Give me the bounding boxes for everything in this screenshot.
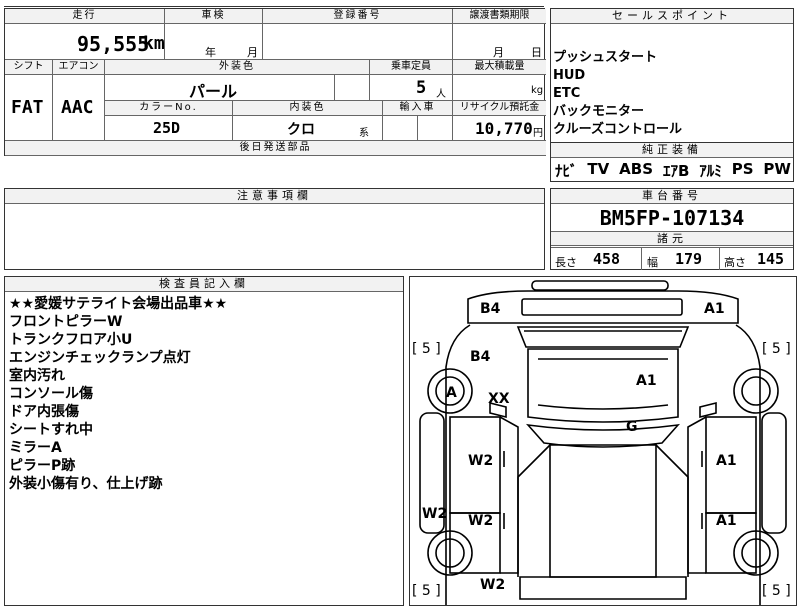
damage-mark: W2 — [480, 577, 506, 593]
recycle-value: 10,770 — [475, 119, 533, 138]
tire-tread-mark: [ 5 ] — [762, 583, 791, 599]
spec-height: 145 — [757, 250, 785, 268]
equipment-item: ABS — [619, 160, 654, 178]
inspection-label: 車検 — [165, 9, 263, 24]
note-line: トランクフロア小U — [9, 332, 133, 348]
transfer-cell: 月 日 — [453, 24, 546, 60]
note-line: コンソール傷 — [9, 386, 93, 402]
note-line: ピラーP跡 — [9, 458, 76, 474]
aircon-value: AAC — [61, 97, 94, 118]
tire-tread-mark: [ 5 ] — [762, 341, 791, 357]
mileage-value: 95,555 — [77, 32, 150, 56]
sales-item: クルーズコントロール — [553, 122, 682, 137]
top-partial-row — [4, 0, 544, 7]
equipment-item: ｴｱB — [662, 162, 690, 180]
equipment-label: 純正装備 — [551, 143, 793, 158]
chassis-value: BM5FP-107134 — [599, 206, 745, 230]
caution-label: 注意事項欄 — [5, 189, 544, 204]
sales-point-box: セールスポイント プッシュスタート HUD ETC バックモニター クルーズコン… — [550, 8, 794, 143]
maxload-cell: kg — [453, 75, 546, 101]
sales-point-list: プッシュスタート HUD ETC バックモニター クルーズコントロール — [553, 49, 682, 139]
inspector-box: 検査員記入欄 ★★愛媛サテライト会場出品車★★ フロントピラーW トランクフロア… — [4, 276, 404, 606]
interior-cell: クロ 系 — [233, 116, 383, 141]
interior-value: クロ — [287, 122, 315, 138]
import-label: 輸入車 — [383, 101, 453, 116]
registration-cell — [263, 24, 453, 60]
transfer-label: 譲渡書類期限 — [453, 9, 546, 24]
capacity-cell: 5 人 — [370, 75, 453, 101]
exterior-label: 外装色 — [105, 60, 370, 75]
damage-mark: G — [626, 419, 638, 435]
spec-width: 179 — [675, 250, 703, 268]
specs-row: 長さ 458 幅 179 高さ 145 — [551, 247, 793, 270]
mileage-unit: km — [143, 33, 165, 54]
shift-cell: FAT — [5, 75, 53, 141]
interior-label: 内装色 — [233, 101, 383, 116]
mileage-cell: 95,555 km — [5, 24, 165, 60]
damage-mark: B4 — [470, 349, 491, 365]
recycle-cell: 10,770 円 — [453, 116, 546, 141]
damage-mark: W2 — [468, 453, 494, 469]
equipment-item: ｱﾙﾐ — [699, 162, 722, 180]
aircon-cell: AAC — [53, 75, 105, 141]
exterior-value: パール — [189, 82, 238, 101]
spec-length: 458 — [593, 250, 621, 268]
recycle-label: リサイクル預託金 — [453, 101, 546, 116]
capacity-value: 5 — [416, 78, 427, 98]
damage-mark: A1 — [704, 301, 725, 317]
sales-item: バックモニター — [553, 104, 645, 119]
exterior-cell: パール — [105, 75, 335, 101]
equipment-item: PW — [763, 160, 791, 178]
note-line: シートすれ中 — [9, 422, 93, 438]
damage-mark: A1 — [636, 373, 657, 389]
colorno-cell: 25D — [105, 116, 233, 141]
damage-mark: A1 — [716, 513, 737, 529]
chassis-label: 車台番号 — [551, 189, 793, 204]
equipment-item: PS — [731, 160, 754, 178]
damage-mark: B4 — [480, 301, 501, 317]
sales-item: HUD — [553, 68, 586, 83]
equipment-item: ﾅﾋﾞ — [555, 162, 578, 180]
note-line: ミラーA — [9, 440, 62, 456]
note-line: 外装小傷有り、仕上げ跡 — [9, 476, 163, 492]
damage-mark: XX — [488, 391, 510, 407]
specs-label: 諸元 — [551, 231, 793, 246]
sales-item: プッシュスタート — [553, 50, 658, 65]
shift-label: シフト — [5, 60, 53, 75]
note-line: ★★愛媛サテライト会場出品車★★ — [9, 296, 228, 312]
note-line: ドア内張傷 — [9, 404, 79, 420]
sales-item: ETC — [553, 86, 581, 101]
maxload-label: 最大積載量 — [453, 60, 546, 75]
car-diagram-box: B4 A1 B4 A1 A XX G W2 A1 W2 W2 A1 W2 [ 5… — [409, 276, 797, 606]
tire-tread-mark: [ 5 ] — [412, 341, 441, 357]
inspector-label: 検査員記入欄 — [5, 277, 403, 292]
tire-tread-mark: [ 5 ] — [412, 583, 441, 599]
damage-mark: A1 — [716, 453, 737, 469]
sales-point-label: セールスポイント — [551, 9, 793, 24]
note-line: エンジンチェックランプ点灯 — [9, 350, 191, 366]
aircon-label: エアコン — [53, 60, 105, 75]
inspector-notes: ★★愛媛サテライト会場出品車★★ フロントピラーW トランクフロア小U エンジン… — [9, 295, 227, 493]
chassis-box: 車台番号 BM5FP-107134 諸元 長さ 458 幅 179 高さ 145 — [550, 188, 794, 270]
note-line: 室内汚れ — [9, 368, 65, 384]
caution-box: 注意事項欄 — [4, 188, 545, 270]
damage-mark: A — [446, 385, 457, 401]
car-outline-diagram — [419, 280, 787, 605]
colorno-label: カラーNo. — [105, 101, 233, 116]
inspection-cell: 年 月 — [165, 24, 263, 60]
mileage-label: 走行 — [5, 9, 165, 24]
later-parts-label: 後日発送部品 — [5, 141, 546, 156]
equipment-list: ﾅﾋﾞ TV ABS ｴｱB ｱﾙﾐ PS PW — [555, 160, 791, 181]
registration-label: 登録番号 — [263, 9, 453, 24]
vehicle-info-grid: 走行 車検 登録番号 譲渡書類期限 95,555 km 年 月 月 日 シフト … — [4, 8, 546, 156]
equipment-item: TV — [587, 160, 610, 178]
equipment-box: 純正装備 ﾅﾋﾞ TV ABS ｴｱB ｱﾙﾐ PS PW — [550, 142, 794, 182]
colorno-value: 25D — [153, 119, 181, 137]
shift-value: FAT — [11, 97, 44, 118]
note-line: フロントピラーW — [9, 314, 123, 330]
capacity-label: 乗車定員 — [370, 60, 453, 75]
damage-mark: W2 — [468, 513, 494, 529]
damage-mark: W2 — [422, 506, 448, 522]
